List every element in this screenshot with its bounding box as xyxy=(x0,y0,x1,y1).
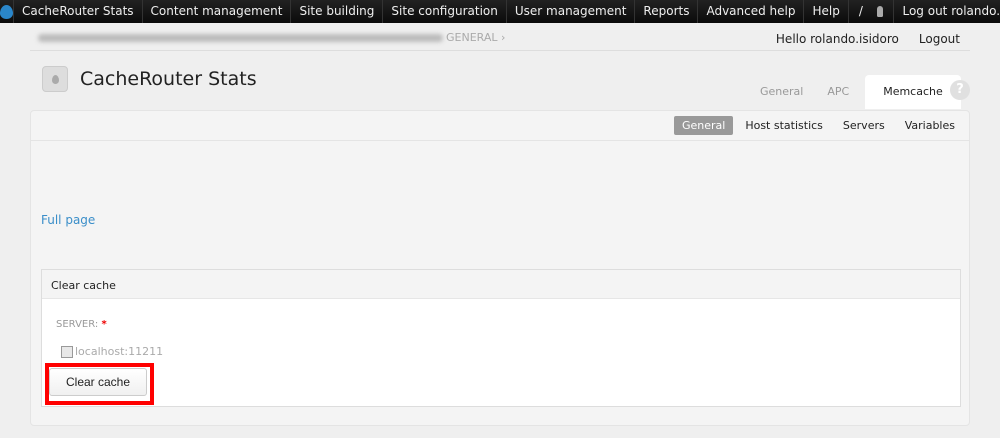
online-users: 0 / 3 xyxy=(849,0,895,41)
checkbox[interactable] xyxy=(61,345,73,358)
blurred-breadcrumb xyxy=(38,34,443,42)
fieldset-title: Clear cache xyxy=(42,270,960,299)
admin-toolbar: CacheRouter Stats Content management Sit… xyxy=(0,0,1000,41)
required-marker: * xyxy=(101,319,107,330)
content-panel: General Host statistics Servers Variable… xyxy=(30,110,970,426)
breadcrumb: GENERAL › Hello rolando.isidoro Logout xyxy=(30,28,970,51)
toolbar-content-management[interactable]: Content management xyxy=(143,0,292,23)
toolbar-help[interactable]: Help xyxy=(804,0,849,23)
page: GENERAL › Hello rolando.isidoro Logout Ca… xyxy=(0,23,1000,438)
server-label: SERVER: * xyxy=(56,319,107,330)
primary-tabs: General APC Memcache xyxy=(748,75,961,109)
drop-icon xyxy=(42,66,68,92)
toolbar-cacherouter-stats[interactable]: CacheRouter Stats xyxy=(14,0,143,23)
toolbar-site-building[interactable]: Site building xyxy=(291,0,384,23)
server-option-label: localhost:11211 xyxy=(75,345,164,358)
logout-link[interactable]: Logout xyxy=(919,32,960,46)
toolbar-advanced-help[interactable]: Advanced help xyxy=(698,0,805,23)
subtab-general[interactable]: General xyxy=(673,116,734,135)
tab-apc[interactable]: APC xyxy=(815,75,861,109)
toolbar-user-management[interactable]: User management xyxy=(507,0,636,23)
toolbar-reports[interactable]: Reports xyxy=(635,0,699,23)
toolbar-logout[interactable]: Log out rolando.isidoro xyxy=(894,0,1000,23)
breadcrumb-current: GENERAL › xyxy=(446,31,506,44)
secondary-tabs: General Host statistics Servers Variable… xyxy=(31,111,969,141)
subtab-servers[interactable]: Servers xyxy=(835,116,893,135)
tab-memcache[interactable]: Memcache xyxy=(865,75,961,109)
subtab-variables[interactable]: Variables xyxy=(897,116,963,135)
subtab-host-statistics[interactable]: Host statistics xyxy=(737,116,831,135)
tab-general[interactable]: General xyxy=(748,75,815,109)
clear-cache-button[interactable]: Clear cache xyxy=(49,368,147,396)
toolbar-site-configuration[interactable]: Site configuration xyxy=(383,0,507,23)
page-title: CacheRouter Stats xyxy=(80,68,257,90)
full-page-link[interactable]: Full page xyxy=(41,213,95,227)
clear-cache-fieldset: Clear cache SERVER: * localhost:11211 Cl… xyxy=(41,269,961,407)
help-icon[interactable]: ? xyxy=(950,80,970,100)
drupal-logo-icon[interactable] xyxy=(0,0,14,23)
users-icon xyxy=(876,6,884,17)
hello-user-link[interactable]: Hello rolando.isidoro xyxy=(776,32,899,46)
server-checkbox[interactable]: localhost:11211 xyxy=(61,345,163,358)
